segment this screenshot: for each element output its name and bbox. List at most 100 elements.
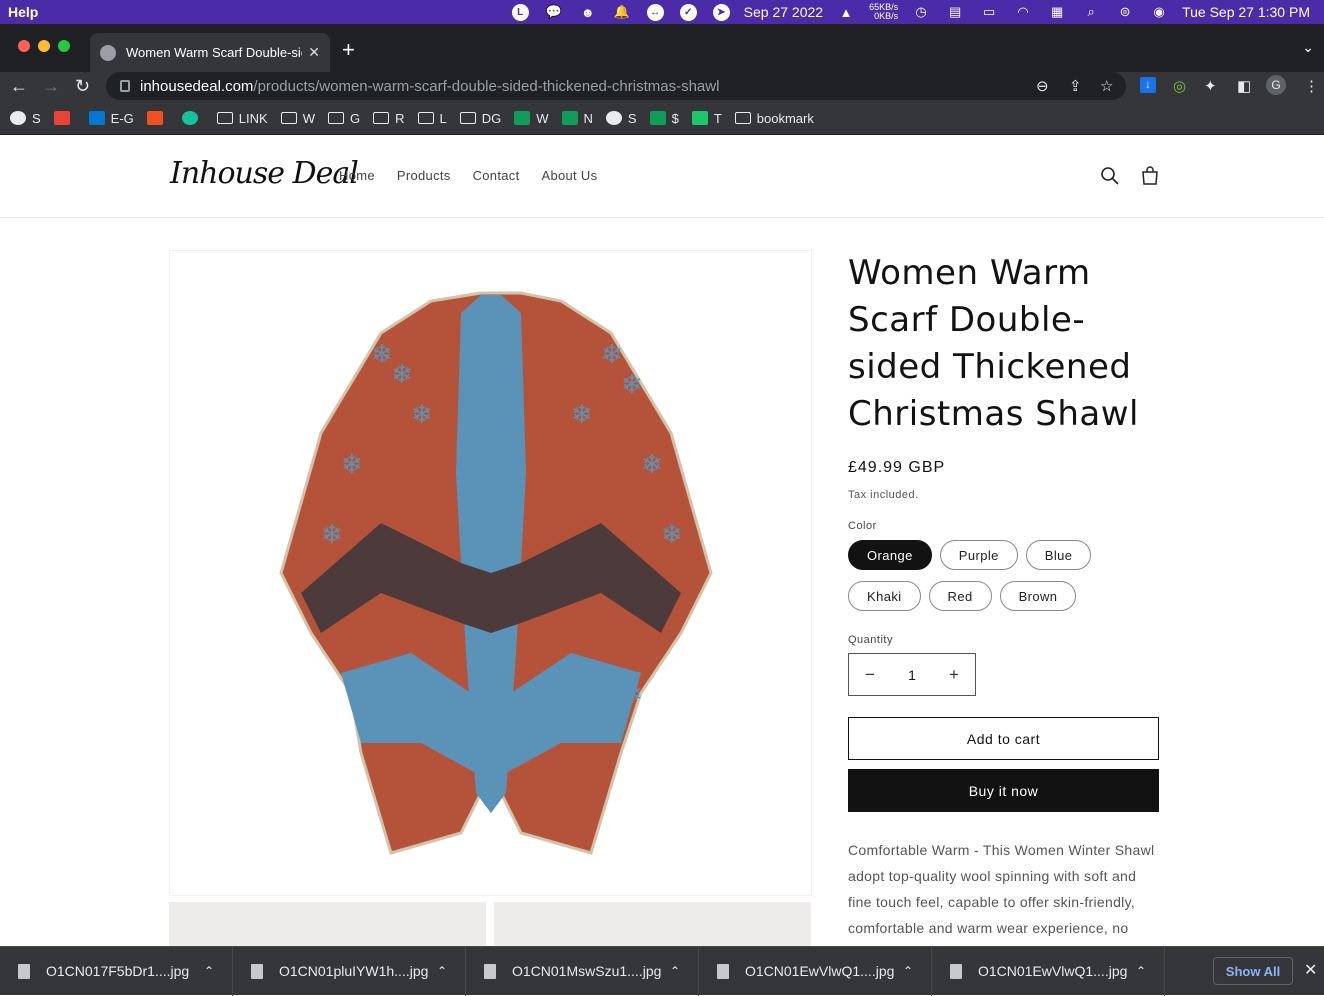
chevron-up-icon[interactable]: ⌃	[670, 964, 680, 978]
bookmark-item[interactable]	[53, 111, 76, 125]
product-thumbnail-1[interactable]	[169, 902, 486, 946]
wifi-icon[interactable]: ◠	[1014, 4, 1032, 20]
menubar-clock[interactable]: Tue Sep 27 1:30 PM	[1182, 4, 1310, 20]
download-item[interactable]: O1CN017F5bDr1....jpg ⌃	[0, 946, 233, 996]
color-option-red[interactable]: Red	[928, 581, 992, 611]
bookmark-item[interactable]: E-G	[88, 111, 134, 126]
download-extension-icon[interactable]: ↓	[1140, 77, 1156, 93]
extensions-puzzle-icon[interactable]: ✦	[1204, 77, 1217, 95]
show-all-downloads-button[interactable]: Show All	[1213, 957, 1293, 985]
bookmark-item[interactable]: S	[605, 111, 637, 126]
reload-icon[interactable]: ↻	[75, 76, 90, 97]
bookmark-item[interactable]	[146, 111, 169, 125]
new-tab-icon[interactable]: +	[342, 37, 355, 63]
bookmark-item[interactable]: DG	[459, 111, 501, 126]
line-icon[interactable]: L	[511, 3, 529, 21]
chevron-up-icon[interactable]: ⌃	[437, 964, 447, 978]
profile-avatar[interactable]: G	[1266, 75, 1286, 95]
bookmark-item[interactable]: bookmark	[734, 111, 814, 126]
bookmark-item[interactable]	[181, 111, 204, 125]
bookmark-item[interactable]: N	[561, 111, 593, 126]
quantity-input[interactable]: 1	[908, 667, 916, 683]
download-item[interactable]: O1CN01EwVlwQ1....jpg ⌃	[932, 946, 1165, 996]
nav-about-us[interactable]: About Us	[542, 168, 598, 183]
spotlight-icon[interactable]: ⌕	[1082, 4, 1100, 20]
notification-icon[interactable]: 🔔	[613, 4, 631, 20]
search-icon[interactable]	[1100, 166, 1120, 186]
network-speed[interactable]: 65KB/s 0KB/s	[869, 3, 898, 21]
bookmark-star-icon[interactable]: ☆	[1100, 77, 1113, 95]
chevron-up-icon[interactable]: ⌃	[204, 964, 214, 978]
forward-arrow-icon[interactable]: →	[42, 76, 60, 97]
control-center-icon[interactable]: ⊜	[1116, 4, 1134, 20]
nav-products[interactable]: Products	[397, 168, 451, 183]
battery-icon[interactable]: ▭	[980, 4, 998, 20]
wechat-icon[interactable]: 💬	[545, 4, 563, 20]
download-item[interactable]: O1CN01MswSzu1....jpg ⌃	[466, 946, 699, 996]
add-to-cart-button[interactable]: Add to cart	[848, 717, 1159, 760]
address-bar[interactable]: inhousedeal.com /products/women-warm-sca…	[106, 72, 1126, 100]
bookmark-item[interactable]: T	[691, 111, 722, 126]
teamviewer-icon[interactable]: ↔	[646, 3, 664, 21]
site-logo[interactable]: Inhouse Deal	[170, 156, 359, 191]
color-option-brown[interactable]: Brown	[999, 581, 1077, 611]
bookmark-item[interactable]: L	[417, 111, 447, 126]
time-machine-icon[interactable]: ◷	[912, 4, 930, 20]
color-option-khaki[interactable]: Khaki	[848, 581, 921, 611]
color-options: Orange Purple Blue Khaki Red Brown	[848, 540, 1148, 611]
decrease-quantity-button[interactable]: −	[865, 665, 875, 685]
minimize-window-button[interactable]	[38, 40, 50, 52]
tab-close-icon[interactable]: ✕	[308, 44, 320, 61]
close-window-button[interactable]	[18, 40, 30, 52]
zoom-icon[interactable]: ⊖	[1036, 77, 1049, 95]
siri-icon[interactable]: ◉	[1150, 4, 1168, 20]
date-widget[interactable]: Sep 27 2022	[744, 4, 823, 20]
bookmark-label: LINK	[238, 110, 268, 126]
nav-home[interactable]: Home	[339, 168, 375, 183]
bookmark-item[interactable]: R	[373, 111, 405, 126]
increase-quantity-button[interactable]: +	[949, 665, 959, 685]
download-item[interactable]: O1CN01pluIYW1h....jpg ⌃	[233, 946, 466, 996]
bookmark-item[interactable]: S	[10, 111, 41, 126]
product-thumbnail-2[interactable]	[494, 902, 811, 946]
star-icon	[691, 111, 708, 125]
bookmark-item[interactable]: G	[327, 111, 360, 126]
nav-contact[interactable]: Contact	[473, 168, 520, 183]
snowflake-mark: ❄	[361, 679, 383, 709]
viking-icon[interactable]: ☻	[579, 4, 597, 20]
color-option-blue[interactable]: Blue	[1025, 540, 1092, 570]
close-download-shelf-icon[interactable]: ✕	[1304, 960, 1317, 980]
gmail-icon	[53, 111, 70, 125]
browser-menu-icon[interactable]: ⋮	[1304, 77, 1319, 95]
bookmark-item[interactable]: W	[280, 111, 315, 126]
bookmark-item[interactable]: W	[514, 111, 549, 126]
back-arrow-icon[interactable]: ←	[10, 76, 28, 97]
tab-title: Women Warm Scarf Double-sided Thickened …	[126, 45, 302, 60]
active-tab[interactable]: Women Warm Scarf Double-sided Thickened …	[90, 33, 330, 72]
product-main-image[interactable]: ❄ ❄ ❄ ❄ ❄ ❄ ❄ ❄ ❄ ❄ ❄ ❄	[169, 250, 812, 896]
file-icon	[484, 963, 496, 979]
keyboard-icon[interactable]: ▦	[1048, 4, 1066, 20]
color-option-orange[interactable]: Orange	[848, 540, 932, 570]
us-flag-icon[interactable]: ▤	[946, 4, 964, 20]
color-option-purple[interactable]: Purple	[939, 540, 1018, 570]
tab-search-chevron-icon[interactable]: ⌄	[1302, 39, 1314, 56]
side-panel-icon[interactable]: ◧	[1237, 77, 1251, 95]
extension-circle-icon[interactable]: ◎	[1173, 77, 1186, 95]
share-icon[interactable]: ⇪	[1069, 77, 1082, 95]
bookmark-item[interactable]: $	[649, 111, 679, 126]
help-menu[interactable]: Help	[0, 4, 38, 20]
chevron-up-icon[interactable]: ⌃	[903, 964, 913, 978]
buy-it-now-button[interactable]: Buy it now	[848, 769, 1159, 812]
cart-icon[interactable]	[1140, 166, 1160, 186]
chevron-up-icon[interactable]: ⌃	[1136, 964, 1146, 978]
checkmark-icon[interactable]: ✓	[679, 3, 697, 21]
cat-icon[interactable]: ▲	[837, 4, 855, 20]
lock-icon[interactable]	[120, 80, 130, 92]
snowflake-mark: ❄	[371, 339, 393, 369]
download-item[interactable]: O1CN01EwVlwQ1....jpg ⌃	[699, 946, 932, 996]
bookmark-item[interactable]: LINK	[216, 110, 268, 126]
zoom-window-button[interactable]	[58, 40, 70, 52]
web-page: Inhouse Deal Home Products Contact About…	[0, 136, 1324, 946]
send-icon[interactable]: ➤	[712, 3, 730, 21]
